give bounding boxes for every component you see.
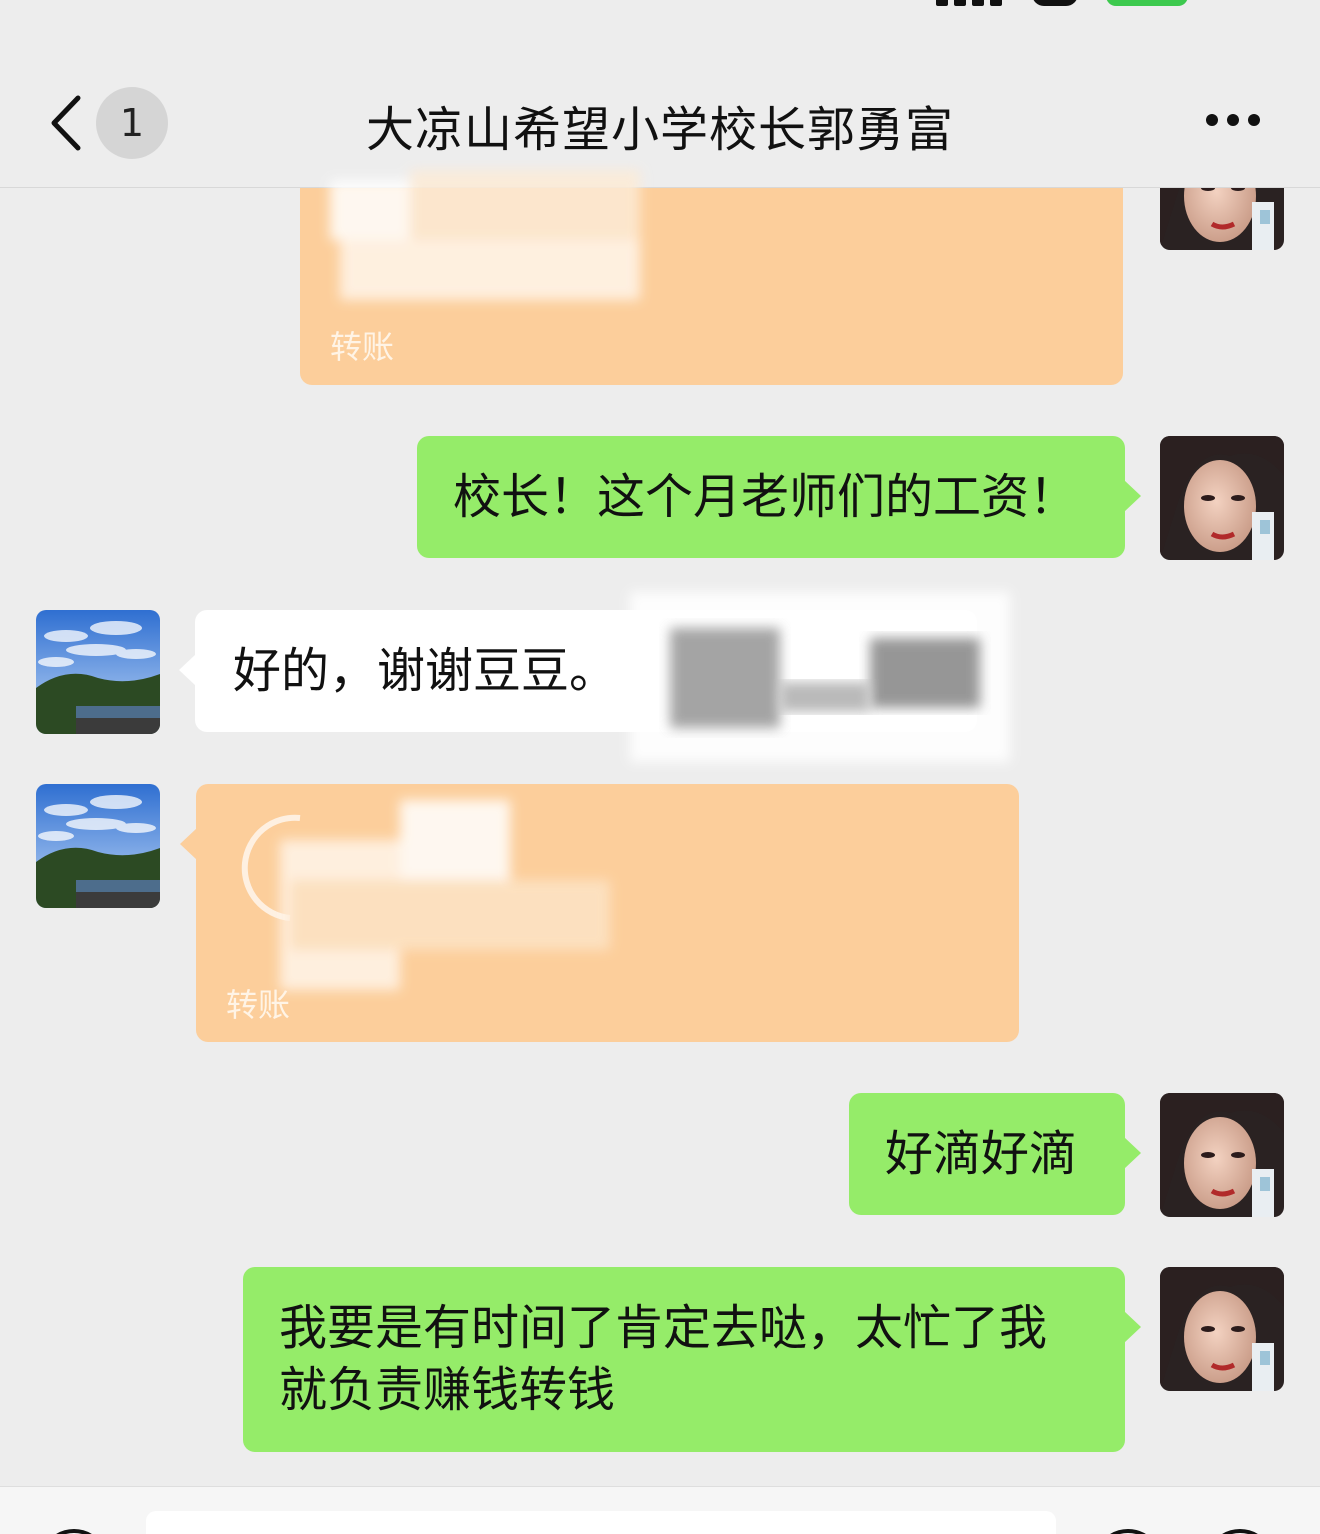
chat-title: 大凉山希望小学校长郭勇富	[365, 102, 954, 158]
message-bubble[interactable]: 好滴好滴	[849, 1093, 1141, 1215]
message-input[interactable]	[146, 1511, 1056, 1534]
transfer-icon	[241, 814, 301, 921]
message-bubble[interactable]: 校长！这个月老师们的工资！	[417, 436, 1141, 558]
input-bar	[0, 1486, 1320, 1534]
plus-icon[interactable]	[1206, 1529, 1274, 1534]
chevron-left-icon[interactable]	[46, 94, 86, 152]
chat-screen: 1 大凉山希望小学校长郭勇富 转账 校长！这个月老师们的工资！ 好的，谢谢豆豆。…	[0, 0, 1320, 1534]
contact-avatar[interactable]	[36, 610, 160, 734]
wifi-icon	[1032, 0, 1078, 6]
signal-icon	[936, 0, 1002, 6]
ellipsis-icon[interactable]	[1206, 114, 1260, 126]
transfer-card[interactable]: 转账	[300, 188, 1123, 385]
contact-avatar[interactable]	[36, 784, 160, 908]
message-text: 我要是有时间了肯定去哒，太忙了我就负责赚钱转钱	[279, 1300, 1048, 1418]
my-avatar[interactable]	[1160, 1093, 1284, 1217]
voice-icon[interactable]	[40, 1529, 108, 1534]
battery-icon	[1106, 0, 1188, 6]
status-bar	[0, 0, 1320, 14]
message-bubble[interactable]: 好的，谢谢豆豆。	[179, 610, 977, 732]
unread-count-badge[interactable]: 1	[96, 87, 168, 159]
transfer-card[interactable]: 转账	[180, 784, 1019, 1042]
transfer-label: 转账	[330, 328, 395, 366]
message-text: 好的，谢谢豆豆。	[233, 643, 618, 699]
my-avatar[interactable]	[1160, 188, 1284, 250]
my-avatar[interactable]	[1160, 436, 1284, 560]
emoji-icon[interactable]	[1094, 1529, 1162, 1534]
message-bubble[interactable]: 我要是有时间了肯定去哒，太忙了我就负责赚钱转钱	[243, 1267, 1141, 1452]
my-avatar[interactable]	[1160, 1267, 1284, 1391]
chat-header: 1 大凉山希望小学校长郭勇富	[0, 52, 1320, 188]
message-text: 好滴好滴	[885, 1126, 1078, 1182]
message-text: 校长！这个月老师们的工资！	[453, 469, 1078, 525]
transfer-label: 转账	[226, 986, 291, 1024]
